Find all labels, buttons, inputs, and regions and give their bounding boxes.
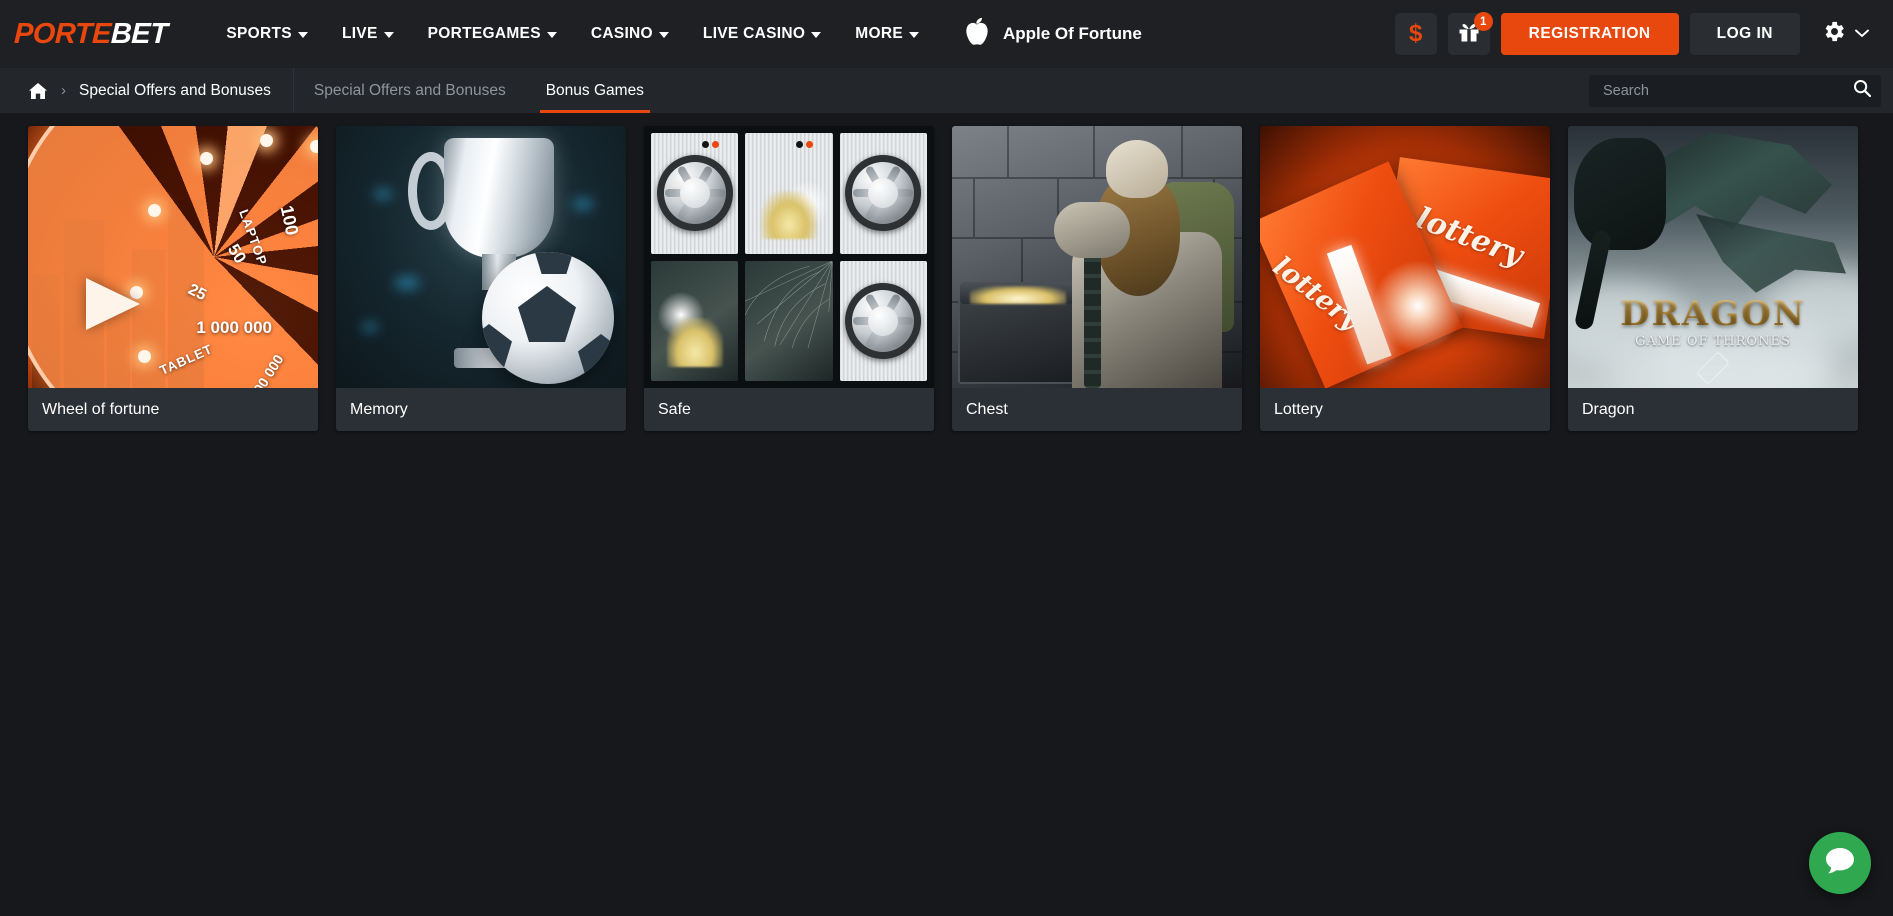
safe-tile bbox=[745, 133, 833, 254]
nav-label: SPORTS bbox=[226, 25, 292, 42]
wheel-artwork: 100 50 25 1 000 000 LAPTOP TABLET 00 000 bbox=[28, 126, 318, 388]
tab-special-offers-and-bonuses[interactable]: Special Offers and Bonuses bbox=[294, 68, 526, 113]
bonuses-gift-button[interactable]: 1 bbox=[1447, 12, 1493, 55]
breadcrumb: › Special Offers and Bonuses bbox=[0, 68, 294, 113]
login-button[interactable]: LOG IN bbox=[1689, 13, 1800, 55]
lottery-artwork: lottery lottery bbox=[1260, 126, 1550, 388]
game-thumbnail-safe bbox=[644, 126, 934, 388]
chevron-down-icon bbox=[546, 32, 557, 38]
game-card-safe[interactable]: Safe bbox=[644, 126, 934, 431]
chevron-down-icon bbox=[658, 32, 669, 38]
tab-bonus-games[interactable]: Bonus Games bbox=[526, 68, 664, 113]
home-icon[interactable] bbox=[28, 82, 48, 100]
apple-icon bbox=[964, 17, 990, 52]
registration-button[interactable]: REGISTRATION bbox=[1500, 13, 1679, 55]
chat-bubble-icon bbox=[1824, 846, 1856, 881]
wheel-disc bbox=[28, 126, 318, 388]
breadcrumb-separator-icon: › bbox=[61, 82, 66, 99]
header-actions: $ 1 REGISTRATION LOG IN bbox=[1394, 12, 1877, 55]
dragon-subtitle-text: GAME OF THRONES bbox=[1635, 334, 1791, 349]
nav-item-live-casino[interactable]: LIVE CASINO bbox=[686, 0, 838, 68]
game-card-memory[interactable]: Memory bbox=[336, 126, 626, 431]
game-title-chest: Chest bbox=[952, 388, 1242, 431]
promo-apple-of-fortune[interactable]: Apple Of Fortune bbox=[964, 17, 1142, 52]
chest-artwork bbox=[952, 126, 1242, 388]
gear-icon bbox=[1823, 20, 1846, 48]
logo-text-orange: PORTE bbox=[13, 17, 112, 50]
game-title-dragon: Dragon bbox=[1568, 388, 1858, 431]
promo-title: Apple Of Fortune bbox=[1002, 24, 1142, 43]
game-thumbnail-chest bbox=[952, 126, 1242, 388]
safe-tile bbox=[839, 133, 927, 254]
chevron-down-icon bbox=[297, 32, 308, 38]
chevron-down-icon bbox=[383, 32, 394, 38]
dragon-logo-text: DRAGON bbox=[1568, 294, 1858, 334]
gift-badge-count: 1 bbox=[1473, 12, 1493, 31]
safe-tile bbox=[839, 260, 927, 381]
dwarf-warrior-art bbox=[1050, 140, 1236, 388]
tab-label: Special Offers and Bonuses bbox=[313, 81, 506, 99]
cobweb-icon bbox=[745, 260, 833, 348]
tab-label: Bonus Games bbox=[545, 81, 644, 99]
deposit-button[interactable]: $ bbox=[1394, 13, 1437, 55]
main-navigation: SPORTS LIVE PORTEGAMES CASINO LIVE CASIN… bbox=[209, 0, 936, 68]
nav-label: LIVE CASINO bbox=[702, 25, 806, 42]
game-title-wheel-of-fortune: Wheel of fortune bbox=[28, 388, 318, 431]
chevron-down-icon bbox=[908, 32, 919, 38]
search-input[interactable] bbox=[1603, 82, 1853, 99]
chevron-down-icon bbox=[811, 32, 822, 38]
nav-item-portegames[interactable]: PORTEGAMES bbox=[411, 0, 574, 68]
search-icon[interactable] bbox=[1853, 79, 1872, 102]
wheel-pointer bbox=[86, 278, 140, 330]
safe-tile bbox=[745, 260, 833, 381]
settings-chevron-down-icon bbox=[1855, 25, 1869, 43]
nav-label: PORTEGAMES bbox=[427, 25, 541, 42]
game-thumbnail-memory bbox=[336, 126, 626, 388]
nav-item-live[interactable]: LIVE bbox=[325, 0, 411, 68]
tab-list: Special Offers and Bonuses Bonus Games bbox=[294, 68, 664, 113]
breadcrumb-tab-bar: › Special Offers and Bonuses Special Off… bbox=[0, 68, 1893, 113]
game-title-lottery: Lottery bbox=[1260, 388, 1550, 431]
dragon-artwork: DRAGON GAME OF THRONES bbox=[1568, 126, 1858, 388]
settings-menu-button[interactable] bbox=[1811, 13, 1877, 55]
game-thumbnail-dragon: DRAGON GAME OF THRONES bbox=[1568, 126, 1858, 388]
breadcrumb-current[interactable]: Special Offers and Bonuses bbox=[79, 82, 271, 100]
soccer-ball-icon bbox=[482, 252, 614, 384]
game-thumbnail-lottery: lottery lottery bbox=[1260, 126, 1550, 388]
game-card-dragon[interactable]: DRAGON GAME OF THRONES Dragon bbox=[1568, 126, 1858, 431]
search-area bbox=[1589, 68, 1893, 113]
game-card-chest[interactable]: Chest bbox=[952, 126, 1242, 431]
bonus-games-content: 100 50 25 1 000 000 LAPTOP TABLET 00 000… bbox=[0, 113, 1893, 916]
game-card-lottery[interactable]: lottery lottery Lottery bbox=[1260, 126, 1550, 431]
trophy-icon bbox=[444, 138, 554, 258]
game-card-wheel-of-fortune[interactable]: 100 50 25 1 000 000 LAPTOP TABLET 00 000… bbox=[28, 126, 318, 431]
memory-artwork bbox=[336, 126, 626, 388]
live-chat-button[interactable] bbox=[1809, 832, 1871, 894]
site-logo[interactable]: PORTEBET bbox=[13, 18, 168, 51]
wheel-label-jackpot: 1 000 000 bbox=[196, 318, 272, 337]
game-card-grid: 100 50 25 1 000 000 LAPTOP TABLET 00 000… bbox=[28, 126, 1865, 431]
search-box[interactable] bbox=[1589, 74, 1881, 107]
nav-item-more[interactable]: MORE bbox=[838, 0, 936, 68]
game-title-memory: Memory bbox=[336, 388, 626, 431]
safe-tile bbox=[651, 260, 739, 381]
nav-item-sports[interactable]: SPORTS bbox=[209, 0, 325, 68]
safe-artwork bbox=[644, 126, 934, 388]
dollar-icon: $ bbox=[1408, 20, 1423, 47]
site-header: PORTEBET SPORTS LIVE PORTEGAMES CASINO L… bbox=[0, 0, 1893, 68]
nav-label: CASINO bbox=[590, 25, 653, 42]
nav-label: LIVE bbox=[341, 25, 378, 42]
nav-label: MORE bbox=[855, 25, 903, 42]
game-thumbnail-wheel-of-fortune: 100 50 25 1 000 000 LAPTOP TABLET 00 000 bbox=[28, 126, 318, 388]
dragon-body bbox=[1574, 138, 1666, 250]
nav-item-casino[interactable]: CASINO bbox=[574, 0, 686, 68]
game-title-safe: Safe bbox=[644, 388, 934, 431]
safe-tile bbox=[651, 133, 739, 254]
lottery-flare bbox=[1372, 260, 1464, 352]
logo-text-white: BET bbox=[110, 17, 168, 50]
